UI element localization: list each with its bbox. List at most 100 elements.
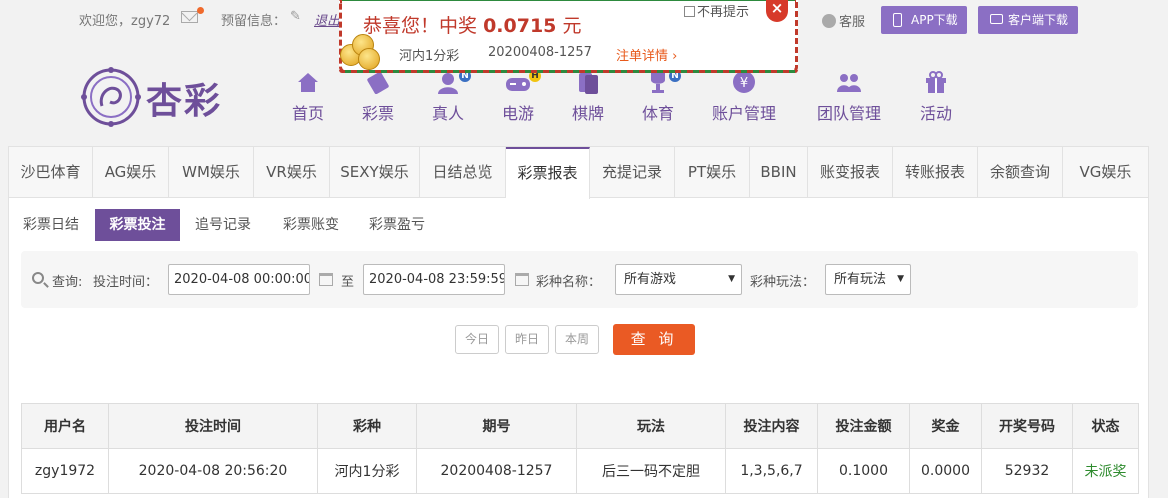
game-select[interactable]: 所有游戏 ▼ <box>615 264 742 295</box>
cell-prize: 0.0000 <box>909 448 982 494</box>
no-remind-checkbox[interactable]: 不再提示 <box>684 1 749 20</box>
tab-pt[interactable]: PT娱乐 <box>675 147 750 198</box>
col-status: 状态 <box>1072 403 1139 449</box>
tab-vr[interactable]: VR娱乐 <box>254 147 330 198</box>
yesterday-button[interactable]: 昨日 <box>505 325 549 354</box>
nav-account[interactable]: ¥ 账户管理 <box>704 70 784 124</box>
bet-time-label: 投注时间： <box>93 275 159 290</box>
close-button[interactable]: × <box>766 0 788 22</box>
play-type-select[interactable]: 所有玩法 ▼ <box>825 264 911 295</box>
search-icon <box>32 272 44 284</box>
tab-transfer[interactable]: 转账报表 <box>893 147 978 198</box>
phone-icon <box>893 13 902 27</box>
win-notification-popup: 恭喜您！中奖 0.0715 元 河内1分彩 20200408-1257 注单详情… <box>339 0 798 73</box>
col-username: 用户名 <box>21 403 109 449</box>
tab-sexy[interactable]: SEXY娱乐 <box>330 147 420 198</box>
report-tabs: 沙巴体育 AG娱乐 WM娱乐 VR娱乐 SEXY娱乐 日结总览 彩票报表 充提记… <box>9 147 1148 199</box>
subtab-lottery-daily[interactable]: 彩票日结 <box>15 209 87 241</box>
nav-sports[interactable]: N 体育 <box>618 70 698 124</box>
nav-activity[interactable]: 活动 <box>896 70 976 124</box>
coin-bag-icon <box>338 30 390 74</box>
win-title: 恭喜您！中奖 0.0715 元 <box>363 15 582 37</box>
tab-vg[interactable]: VG娱乐 <box>1063 147 1148 198</box>
col-issue: 期号 <box>416 403 577 449</box>
mail-icon[interactable] <box>181 11 198 23</box>
team-icon <box>836 70 862 94</box>
cell-username: zgy1972 <box>21 448 109 494</box>
home-icon <box>295 70 321 94</box>
cell-issue: 20200408-1257 <box>416 448 577 494</box>
welcome-text: 欢迎您，zgy72 <box>79 14 171 29</box>
cell-status: 未派奖 <box>1072 448 1139 494</box>
logout-link[interactable]: 退出 <box>314 10 340 29</box>
edit-icon[interactable]: ✎ <box>290 9 301 24</box>
tab-ag[interactable]: AG娱乐 <box>93 147 169 198</box>
table-row[interactable]: zgy1972 2020-04-08 20:56:20 河内1分彩 202004… <box>21 448 1139 494</box>
chevron-down-icon: ▼ <box>897 274 904 284</box>
nav-team[interactable]: 团队管理 <box>809 70 889 124</box>
gift-icon <box>923 70 949 94</box>
cell-bet-content: 1,3,5,6,7 <box>725 448 818 494</box>
cell-lottery: 河内1分彩 <box>317 448 417 494</box>
subtab-lottery-bets[interactable]: 彩票投注 <box>95 209 180 241</box>
live-dealer-icon: N <box>435 70 471 94</box>
play-type-label: 彩种玩法： <box>750 275 816 290</box>
start-time-input[interactable]: 2020-04-08 00:00:00 <box>168 264 310 295</box>
col-draw-number: 开奖号码 <box>981 403 1073 449</box>
cards-icon <box>575 70 601 94</box>
cell-bet-amount: 0.1000 <box>817 448 910 494</box>
game-name-label: 彩种名称： <box>536 275 602 290</box>
bet-records-table: 用户名 投注时间 彩种 期号 玩法 投注内容 投注金额 奖金 开奖号码 状态 z… <box>21 403 1139 494</box>
unread-dot <box>197 7 204 14</box>
bet-detail-link[interactable]: 注单详情 › <box>616 45 677 64</box>
tab-balance-change[interactable]: 账变报表 <box>808 147 893 198</box>
report-panel: 沙巴体育 AG娱乐 WM娱乐 VR娱乐 SEXY娱乐 日结总览 彩票报表 充提记… <box>8 146 1149 498</box>
tab-daily-overview[interactable]: 日结总览 <box>420 147 506 198</box>
subtab-lottery-profit[interactable]: 彩票盈亏 <box>357 209 437 241</box>
tab-wm[interactable]: WM娱乐 <box>169 147 254 198</box>
win-game-name: 河内1分彩 <box>399 49 460 64</box>
this-week-button[interactable]: 本周 <box>555 325 599 354</box>
win-issue: 20200408-1257 <box>488 45 592 60</box>
gamepad-icon: H <box>505 70 541 94</box>
today-button[interactable]: 今日 <box>455 325 499 354</box>
nav-home[interactable]: 首页 <box>268 70 348 124</box>
query-button[interactable]: 查 询 <box>613 324 695 355</box>
cell-bet-time: 2020-04-08 20:56:20 <box>108 448 318 494</box>
logo-emblem-icon <box>81 67 141 127</box>
monitor-icon <box>990 14 1003 24</box>
checkbox-icon <box>684 6 695 17</box>
end-time-input[interactable]: 2020-04-08 23:59:59 <box>363 264 505 295</box>
logo-text: 杏彩 <box>146 80 223 122</box>
customer-service-link[interactable]: 客服 <box>822 11 865 30</box>
cell-play: 后三一码不定胆 <box>576 448 726 494</box>
headset-icon <box>822 14 836 28</box>
tab-saba-sports[interactable]: 沙巴体育 <box>9 147 93 198</box>
site-logo[interactable]: 杏彩 <box>80 66 232 128</box>
col-bet-time: 投注时间 <box>108 403 318 449</box>
account-icon: ¥ <box>731 70 757 94</box>
calendar-icon[interactable] <box>515 273 529 286</box>
nav-lottery[interactable]: 彩票 <box>338 70 418 124</box>
app-download-button[interactable]: APP下载 <box>881 6 967 34</box>
tab-deposit-withdraw[interactable]: 充提记录 <box>590 147 675 198</box>
cell-draw-number: 52932 <box>981 448 1073 494</box>
trophy-icon: N <box>645 70 681 94</box>
tab-balance-query[interactable]: 余额查询 <box>978 147 1063 198</box>
table-header-row: 用户名 投注时间 彩种 期号 玩法 投注内容 投注金额 奖金 开奖号码 状态 <box>21 403 1139 449</box>
col-prize: 奖金 <box>909 403 982 449</box>
col-bet-amount: 投注金额 <box>817 403 910 449</box>
subtab-chase-records[interactable]: 追号记录 <box>185 209 261 241</box>
reserved-info-label: 预留信息： <box>221 14 287 29</box>
tab-lottery-report[interactable]: 彩票报表 <box>506 147 590 199</box>
nav-chess[interactable]: 棋牌 <box>548 70 628 124</box>
nav-egames[interactable]: H 电游 <box>478 70 558 124</box>
to-label: 至 <box>341 275 355 290</box>
subtab-lottery-changes[interactable]: 彩票账变 <box>271 209 351 241</box>
col-play: 玩法 <box>576 403 726 449</box>
col-lottery: 彩种 <box>317 403 417 449</box>
tab-bbin[interactable]: BBIN <box>750 147 808 198</box>
client-download-button[interactable]: 客户端下载 <box>978 6 1078 34</box>
calendar-icon[interactable] <box>319 273 333 286</box>
nav-live[interactable]: N 真人 <box>408 70 488 124</box>
